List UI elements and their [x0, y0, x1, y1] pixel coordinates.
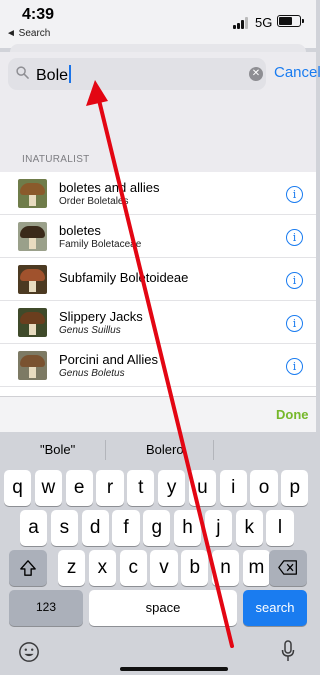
annotation-arrow: [86, 80, 234, 648]
